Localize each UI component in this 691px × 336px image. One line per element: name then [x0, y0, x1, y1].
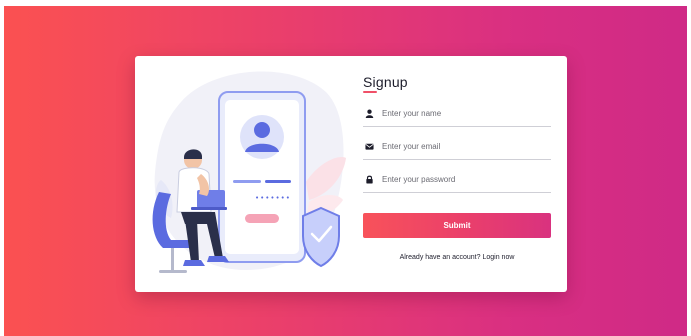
password-field[interactable]: [363, 166, 551, 193]
signup-illustration-icon: •••••••: [141, 62, 353, 286]
envelope-icon: [364, 141, 374, 151]
login-now-link[interactable]: Login now: [482, 254, 514, 261]
password-input[interactable]: [382, 171, 542, 187]
password-mask: •••••••: [255, 194, 291, 202]
signup-title-text: Signup: [363, 74, 408, 90]
email-field[interactable]: [363, 133, 551, 160]
login-prompt-line: Already have an account? Login now: [363, 254, 551, 261]
signup-title: Signup: [363, 74, 408, 94]
user-icon: [364, 108, 374, 118]
signup-form: Signup Submit: [363, 74, 551, 261]
page-background: ••••••• Signup Enter your name Enter you…: [4, 6, 687, 336]
login-prompt-text: Already have an account?: [399, 254, 481, 261]
submit-button[interactable]: Submit: [363, 213, 551, 238]
lock-icon: [364, 174, 374, 184]
name-field[interactable]: [363, 100, 551, 127]
name-input[interactable]: [382, 105, 542, 121]
signup-card: ••••••• Signup Enter your name Enter you…: [135, 56, 567, 292]
email-input[interactable]: [382, 138, 542, 154]
title-underline: [363, 91, 377, 93]
